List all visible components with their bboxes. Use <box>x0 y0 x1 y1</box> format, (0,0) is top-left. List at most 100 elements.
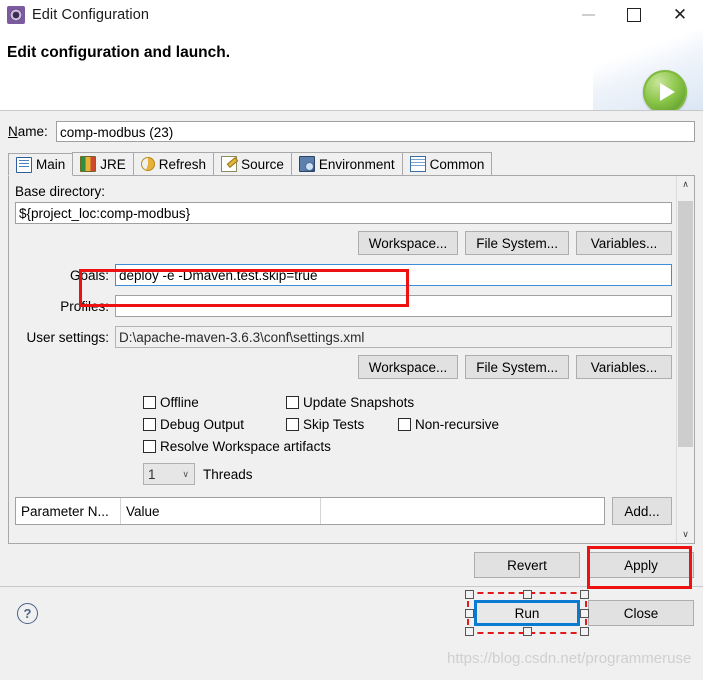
checkbox-offline-label: Offline <box>160 394 199 410</box>
checkbox-offline[interactable]: Offline <box>143 395 286 410</box>
run-button-wrapper: Run <box>465 590 589 636</box>
profiles-row: Profiles: <box>15 295 672 317</box>
tab-jre-label: JRE <box>100 156 126 172</box>
checkbox-resolve-workspace-artifacts-box[interactable] <box>143 439 156 453</box>
checkbox-skip-tests-label: Skip Tests <box>303 416 365 432</box>
main-document-icon <box>16 156 32 173</box>
maximize-button[interactable] <box>611 0 657 30</box>
scroll-down-icon[interactable]: ∨ <box>677 526 694 543</box>
window-controls: ✕ <box>565 0 703 30</box>
variables-button-top[interactable]: Variables... <box>576 231 672 255</box>
revert-button[interactable]: Revert <box>474 552 580 578</box>
common-window-icon <box>409 156 426 172</box>
refresh-arrows-icon <box>140 157 155 171</box>
jre-books-icon <box>80 156 97 172</box>
panel-scrollbar[interactable]: ∧ ∨ <box>676 176 694 543</box>
close-glyph: ✕ <box>672 5 688 25</box>
checkbox-line-2: Debug Output Skip Tests Non-recursive <box>143 413 672 435</box>
checkbox-debug-output[interactable]: Debug Output <box>143 417 286 432</box>
tab-environment[interactable]: Environment <box>290 152 403 175</box>
threads-label: Threads <box>203 466 253 482</box>
user-settings-input[interactable]: D:\apache-maven-3.6.3\conf\settings.xml <box>115 326 672 348</box>
file-system-button-top[interactable]: File System... <box>465 231 569 255</box>
checkbox-resolve-workspace-artifacts-label: Resolve Workspace artifacts <box>160 438 331 454</box>
base-directory-label: Base directory: <box>15 184 106 199</box>
checkbox-line-1: Offline Update Snapshots <box>143 391 672 413</box>
gear-icon <box>7 6 25 24</box>
scroll-up-icon[interactable]: ∧ <box>677 176 694 193</box>
goals-input[interactable]: deploy -e -Dmaven.test.skip=true <box>115 264 672 286</box>
name-label: Name: <box>8 124 48 139</box>
marquee-handle-bl <box>465 627 474 636</box>
workspace-button-bottom[interactable]: Workspace... <box>357 355 459 379</box>
tab-jre[interactable]: JRE <box>72 152 134 175</box>
tab-refresh[interactable]: Refresh <box>132 152 215 175</box>
help-question-icon[interactable]: ? <box>17 602 38 624</box>
parameter-table-area: Parameter N... Value Add... <box>15 497 672 525</box>
workspace-button-top[interactable]: Workspace... <box>357 231 459 255</box>
footer-buttons: Run Close <box>465 590 694 636</box>
tab-bar: Main JRE Refresh Source Environment Comm… <box>8 151 695 176</box>
checkbox-update-snapshots[interactable]: Update Snapshots <box>286 395 414 410</box>
name-row: Name: comp-modbus (23) <box>0 111 703 148</box>
goals-label: Goals: <box>69 267 109 283</box>
scrollbar-thumb[interactable] <box>678 201 693 447</box>
checkbox-offline-box[interactable] <box>143 395 156 409</box>
checkbox-update-snapshots-box[interactable] <box>286 395 299 409</box>
tab-source[interactable]: Source <box>213 152 292 175</box>
checkbox-debug-output-box[interactable] <box>143 417 156 431</box>
checkbox-non-recursive-box[interactable] <box>398 417 411 431</box>
parameter-table[interactable]: Parameter N... Value <box>15 497 605 525</box>
threads-dropdown[interactable]: 1 ∨ <box>143 463 195 485</box>
tab-main[interactable]: Main <box>8 153 74 176</box>
dialog-header: Edit configuration and launch. <box>0 30 703 111</box>
chevron-down-icon: ∨ <box>182 468 189 479</box>
parameter-table-header-value: Value <box>121 498 321 524</box>
source-pencil-icon <box>221 156 238 172</box>
minimize-button[interactable] <box>565 0 611 30</box>
edit-configuration-dialog: Edit Configuration ✕ Edit configuration … <box>0 0 703 680</box>
title-bar: Edit Configuration ✕ <box>0 0 703 30</box>
tab-common-label: Common <box>429 156 485 172</box>
tab-main-label: Main <box>36 157 66 172</box>
checkbox-skip-tests[interactable]: Skip Tests <box>286 417 398 432</box>
name-label-rest: ame: <box>17 124 48 139</box>
checkbox-non-recursive[interactable]: Non-recursive <box>398 417 499 432</box>
name-input[interactable]: comp-modbus (23) <box>56 121 695 142</box>
apply-button[interactable]: Apply <box>588 552 694 578</box>
green-run-play-icon <box>643 70 687 110</box>
options-checkbox-group: Offline Update Snapshots Debug Output Sk… <box>15 391 672 487</box>
parameter-table-header-name: Parameter N... <box>16 498 121 524</box>
browse-buttons-top: Workspace... File System... Variables... <box>15 231 672 255</box>
run-button[interactable]: Run <box>474 600 580 626</box>
checkbox-debug-output-label: Debug Output <box>160 416 245 432</box>
file-system-button-bottom[interactable]: File System... <box>465 355 569 379</box>
user-settings-row: User settings: D:\apache-maven-3.6.3\con… <box>15 326 672 348</box>
marquee-handle-ml <box>465 609 474 618</box>
profiles-input[interactable] <box>115 295 672 317</box>
environment-monitor-icon <box>298 156 315 172</box>
checkbox-skip-tests-box[interactable] <box>286 417 299 431</box>
browse-buttons-bottom: Workspace... File System... Variables... <box>15 355 672 379</box>
user-settings-label: User settings: <box>26 329 109 345</box>
variables-button-bottom[interactable]: Variables... <box>576 355 672 379</box>
checkbox-non-recursive-label: Non-recursive <box>415 416 500 432</box>
close-icon[interactable]: ✕ <box>657 0 703 30</box>
checkbox-update-snapshots-label: Update Snapshots <box>303 394 415 410</box>
marquee-handle-tl <box>465 590 474 599</box>
footer-apply-row: Revert Apply <box>0 544 703 589</box>
scrollbar-track[interactable] <box>677 193 694 526</box>
profiles-label: Profiles: <box>60 298 109 314</box>
main-tab-panel: Base directory: ${project_loc:comp-modbu… <box>8 176 695 544</box>
tab-environment-label: Environment <box>318 156 395 172</box>
marquee-handle-tc <box>523 590 532 599</box>
base-directory-input[interactable]: ${project_loc:comp-modbus} <box>15 202 672 224</box>
page-title: Edit configuration and launch. <box>7 44 231 61</box>
tab-common[interactable]: Common <box>401 152 493 175</box>
goals-row: Goals: deploy -e -Dmaven.test.skip=true <box>15 264 672 286</box>
tab-source-label: Source <box>241 156 284 172</box>
close-button[interactable]: Close <box>588 600 694 626</box>
checkbox-resolve-workspace-artifacts[interactable]: Resolve Workspace artifacts <box>143 439 331 454</box>
marquee-handle-tr <box>580 590 589 599</box>
add-parameter-button[interactable]: Add... <box>612 497 672 525</box>
